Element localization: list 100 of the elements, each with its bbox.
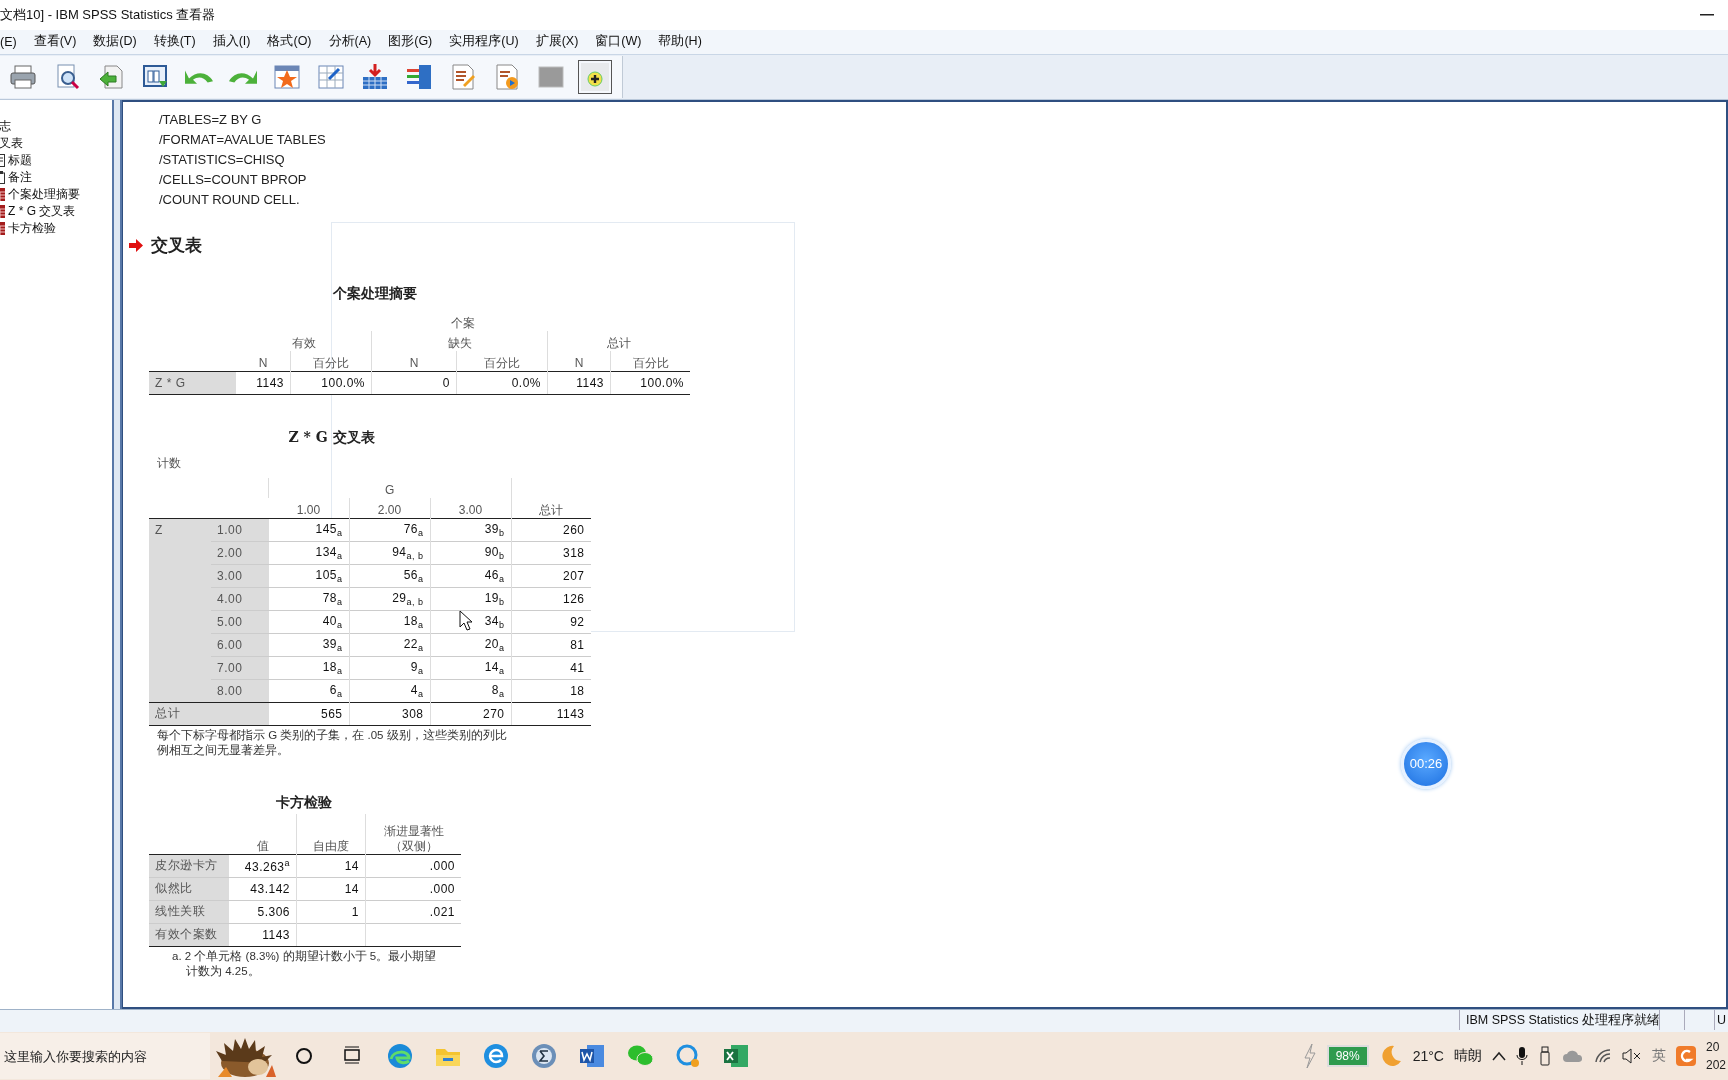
table-title: Z * G 交叉表 xyxy=(287,428,376,447)
syntax-line: /CELLS=COUNT BPROP xyxy=(159,170,307,189)
table-cell: 4$_{a}$ xyxy=(349,679,430,703)
wifi-icon xyxy=(1593,1048,1612,1064)
table-cell: 18 xyxy=(511,679,591,703)
table-cell: 0 xyxy=(371,371,457,395)
search-field[interactable]: 这里输入你要搜索的内容 xyxy=(0,1033,210,1079)
toolbar-button[interactable] xyxy=(578,59,612,94)
table-cell: 76$_{a}$ xyxy=(349,518,430,542)
menu-item[interactable]: 帮助(H) xyxy=(658,33,710,51)
speaker-muted-icon xyxy=(1621,1048,1642,1064)
row-header: 1.00 xyxy=(211,518,269,542)
table-cell: 5.306 xyxy=(229,900,297,924)
input-app-icon xyxy=(1675,1046,1696,1066)
table-cell: 270 xyxy=(430,702,511,726)
row-header: 6.00 xyxy=(211,633,269,657)
status-text: U xyxy=(1717,1013,1727,1028)
table-cell: 46$_{a}$ xyxy=(430,564,511,588)
row-header: 皮尔逊卡方 xyxy=(149,854,229,878)
row-header: 似然比 xyxy=(149,877,229,901)
menu-item[interactable]: 图形(G) xyxy=(388,33,441,51)
row-header: 7.00 xyxy=(211,656,269,680)
menu-item[interactable]: 转换(T) xyxy=(153,33,204,51)
menu-item[interactable]: (E) xyxy=(0,34,25,49)
menu-item[interactable]: 实用程序(U) xyxy=(449,33,527,51)
outline-item[interactable]: 叉表 xyxy=(0,134,23,152)
syntax-line: /TABLES=Z BY G xyxy=(159,110,262,129)
table-cell: 22$_{a}$ xyxy=(349,633,430,657)
menu-item[interactable]: 数据(D) xyxy=(93,33,145,51)
insert-table-icon xyxy=(361,62,389,91)
table-cell: .000 xyxy=(365,854,461,878)
table-cell: 207 xyxy=(511,564,591,588)
window-title: 文档10] - IBM SPSS Statistics 查看器 xyxy=(0,5,216,24)
table-cell: 105$_{a}$ xyxy=(268,564,349,588)
table-footnote: a. 2 个单元格 (8.3%) 的期望计数小于 5。最小期望计数为 4.25。 xyxy=(172,948,438,979)
column-header: 总计 xyxy=(547,330,690,351)
outline-item[interactable]: 备注 xyxy=(8,168,32,186)
outline-item[interactable]: Z * G 交叉表 xyxy=(8,202,76,220)
row-header: 8.00 xyxy=(211,679,269,703)
column-header: 值 xyxy=(229,813,297,855)
menu-item[interactable]: 格式(O) xyxy=(267,33,320,51)
arrow-right-icon xyxy=(129,238,143,252)
menu-item[interactable]: 窗口(W) xyxy=(595,33,650,51)
table-cell: 94$_{a, b}$ xyxy=(349,541,430,565)
column-header: 缺失 xyxy=(371,330,548,351)
table-cell: 20$_{a}$ xyxy=(430,633,511,657)
outline-item[interactable]: 卡方检验 xyxy=(8,219,56,237)
caret-up-icon xyxy=(1491,1051,1506,1061)
table-cell: 92 xyxy=(511,610,591,634)
table-cell: 90$_{b}$ xyxy=(430,541,511,565)
section-heading: 交叉表 xyxy=(151,233,202,257)
sigma-app-icon xyxy=(530,1042,558,1070)
undo-icon xyxy=(185,69,213,85)
table-cell: 14 xyxy=(296,854,366,878)
clock-date[interactable]: 202 xyxy=(1705,1056,1726,1074)
redo-icon xyxy=(229,69,257,85)
table-cell: 78$_{a}$ xyxy=(268,587,349,611)
row-header: Z xyxy=(149,518,211,703)
cloud-icon xyxy=(1561,1049,1584,1063)
table-cell: 40$_{a}$ xyxy=(268,610,349,634)
table-cell: 1143 xyxy=(229,923,297,947)
column-header: 1.00 xyxy=(268,497,349,519)
row-header: 有效个案数 xyxy=(149,923,229,947)
microphone-icon xyxy=(1515,1046,1528,1066)
table-cell: 14 xyxy=(296,877,366,901)
task-view-icon xyxy=(342,1046,362,1066)
table-cell: 145$_{a}$ xyxy=(268,518,349,542)
menu-item[interactable]: 扩展(X) xyxy=(535,33,587,51)
table-title: 个案处理摘要 xyxy=(332,284,418,303)
row-header: 4.00 xyxy=(211,587,269,611)
play-document-icon xyxy=(493,62,521,91)
variable-bars-icon xyxy=(405,62,433,91)
minimize-icon[interactable] xyxy=(1700,13,1714,16)
table-cell: 1143 xyxy=(236,371,291,395)
table-cell: 318 xyxy=(511,541,591,565)
export-icon xyxy=(97,62,125,91)
row-header: Z * G xyxy=(149,371,236,395)
table-cell: 0.0% xyxy=(456,371,548,395)
menu-item[interactable]: 插入(I) xyxy=(212,33,259,51)
menu-item[interactable]: 分析(A) xyxy=(328,33,380,51)
table-cell: 1143 xyxy=(547,371,611,395)
splitter[interactable] xyxy=(112,99,122,1010)
printer-icon xyxy=(9,62,37,91)
chat-search-icon xyxy=(674,1042,702,1070)
table-title: 卡方检验 xyxy=(275,793,333,812)
clock-time[interactable]: 20 xyxy=(1705,1038,1720,1056)
browser-e-icon xyxy=(482,1042,510,1070)
column-header: 个案 xyxy=(236,310,690,331)
battery-indicator[interactable]: 98% xyxy=(1326,1045,1369,1067)
table-cell: 34$_{b}$ xyxy=(430,610,511,634)
table-cell: 100.0% xyxy=(290,371,372,395)
syntax-line: /STATISTICS=CHISQ xyxy=(159,150,285,169)
menu-item[interactable]: 查看(V) xyxy=(33,33,85,51)
input-method-text[interactable]: 英 xyxy=(1651,1047,1666,1065)
table-cell: .021 xyxy=(365,900,461,924)
table-cell: 260 xyxy=(511,518,591,542)
table-cell: 18$_{a}$ xyxy=(268,656,349,680)
outline-item[interactable]: 标题 xyxy=(8,151,32,169)
table-cell: 1143 xyxy=(511,702,591,726)
outline-item[interactable]: 个案处理摘要 xyxy=(8,185,80,203)
